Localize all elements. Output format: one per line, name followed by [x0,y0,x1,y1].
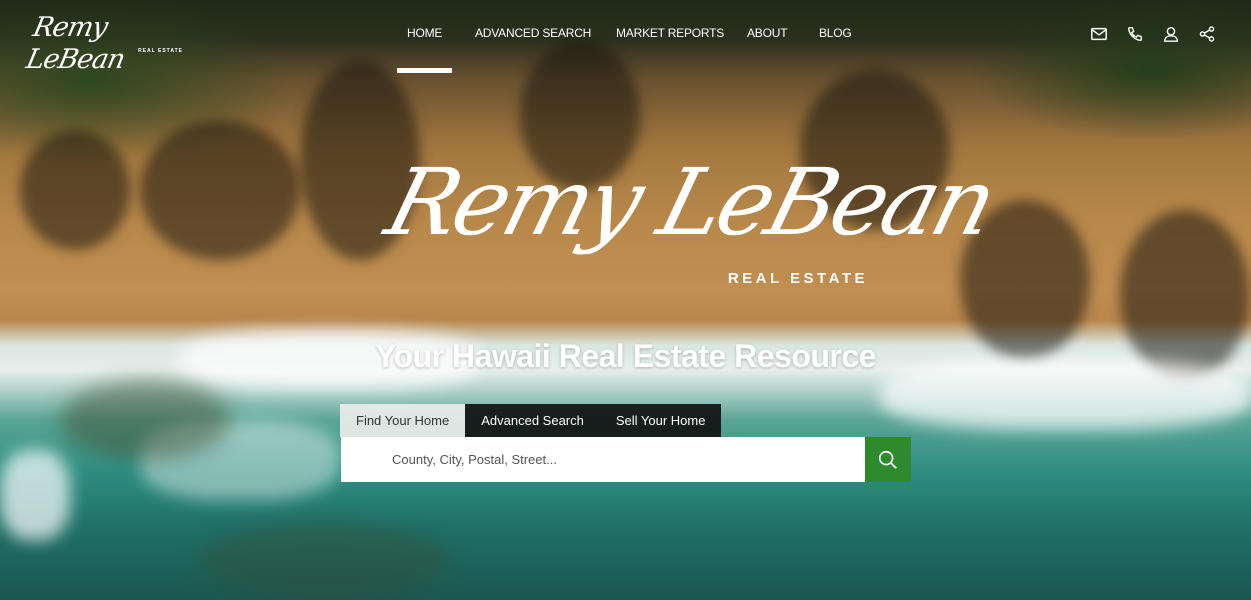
nav-about[interactable]: ABOUT [747,26,788,40]
nav-advanced-search[interactable]: ADVANCED SEARCH [475,26,591,40]
header: Remy LeBean REAL ESTATE HOME ADVANCED SE… [0,0,1251,75]
search-icon [878,450,897,469]
nav-market-reports[interactable]: MARKET REPORTS [616,26,724,40]
mail-icon[interactable] [1090,25,1108,43]
tab-advanced-search[interactable]: Advanced Search [465,404,600,437]
palm-shadow [20,130,130,250]
logo-subtitle: REAL ESTATE [138,48,183,54]
hero-logo-subtitle: REAL ESTATE [727,270,868,287]
search-input[interactable] [341,437,865,482]
reef [60,380,230,460]
user-icon[interactable] [1162,25,1180,43]
nav-home[interactable]: HOME [407,26,442,40]
tab-sell-your-home[interactable]: Sell Your Home [599,404,722,437]
search-tabs: Find Your Home Advanced Search Sell Your… [340,404,722,437]
surf-foam [0,450,70,540]
reef [200,520,450,600]
phone-icon[interactable] [1126,25,1144,43]
search-bar [341,437,911,482]
hero-tagline: Your Hawaii Real Estate Resource [375,338,876,374]
tab-find-your-home[interactable]: Find Your Home [340,404,466,437]
hero-background [0,0,1251,600]
hero-logo-script: Remy LeBean [375,149,1005,256]
share-icon[interactable] [1198,25,1216,43]
nav-active-indicator [397,68,452,73]
hero-logo: Remy LeBean REAL ESTATE [376,140,1005,290]
palm-shadow [140,120,300,260]
nav-blog[interactable]: BLOG [819,26,852,40]
search-button[interactable] [865,437,911,482]
main-nav: HOME ADVANCED SEARCH MARKET REPORTS ABOU… [0,26,1251,46]
